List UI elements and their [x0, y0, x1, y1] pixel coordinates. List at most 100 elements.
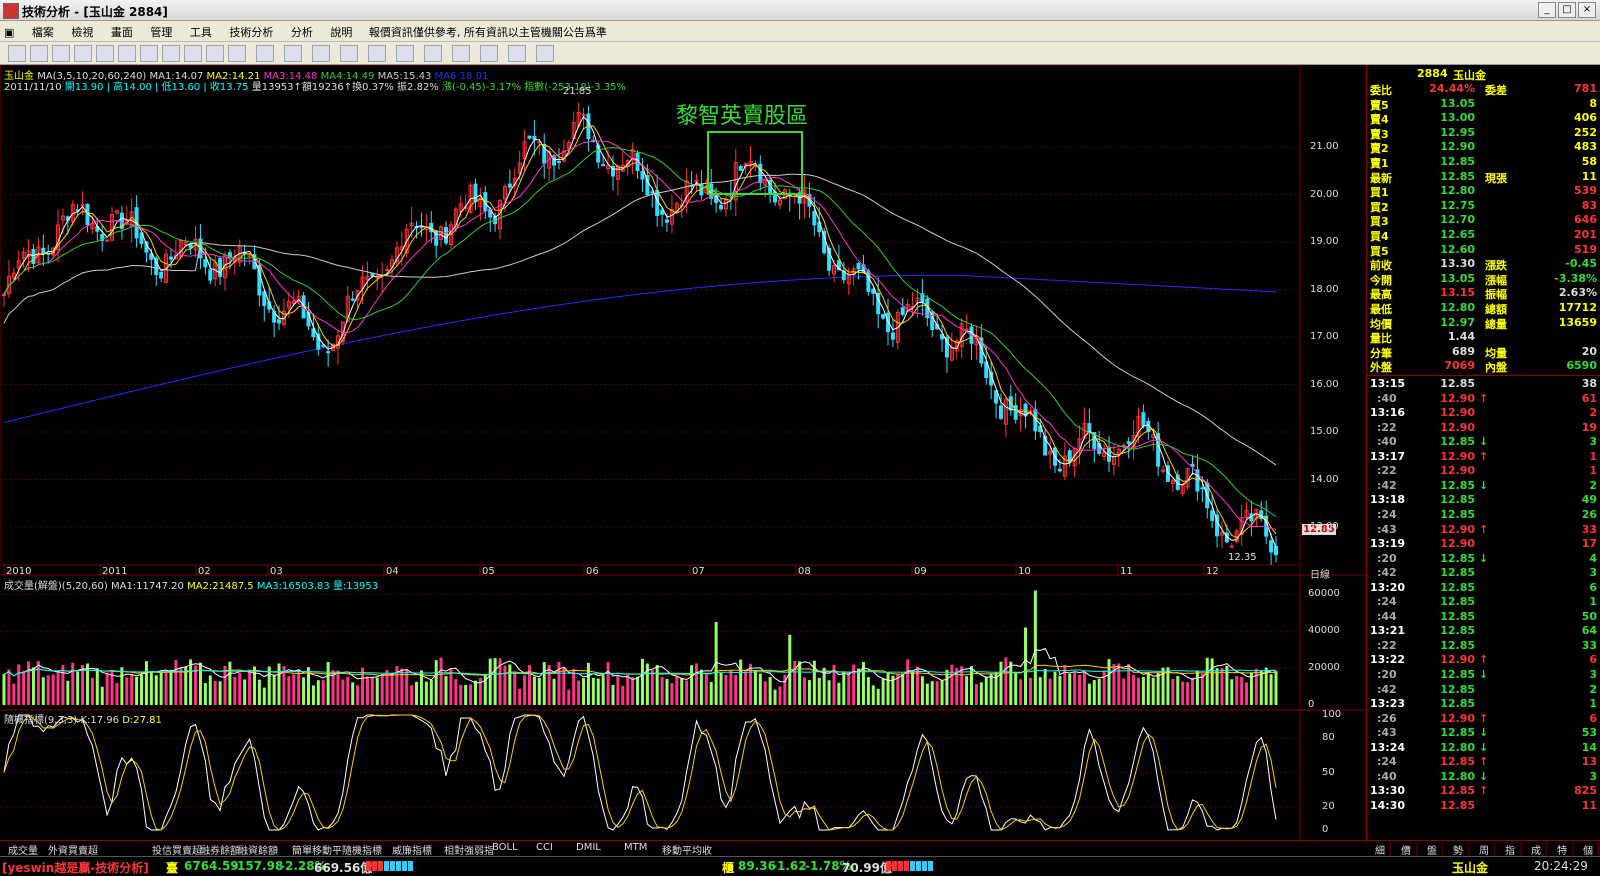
quote-tab[interactable]: 周 [1474, 842, 1495, 857]
trade-tick-row[interactable]: 13:22 12.90 ↑ 6 [1367, 653, 1600, 667]
text-tool-icon[interactable] [424, 45, 442, 62]
quote-tab[interactable]: 指 [1500, 842, 1521, 857]
quote-tab[interactable]: 勢 [1448, 842, 1469, 857]
trade-tick-row[interactable]: 13:23 12.85 1 [1367, 697, 1600, 711]
quote-tab[interactable]: 成 [1526, 842, 1547, 857]
menu-help[interactable]: 說明 [323, 21, 359, 40]
weight-tool-icon[interactable] [74, 45, 92, 62]
maximize-button[interactable]: □ [1558, 2, 1576, 18]
menu-technical-analysis[interactable]: 技術分析 [222, 21, 280, 40]
quote-sell-row[interactable]: 賣4 13.00 406 [1367, 111, 1600, 126]
menu-view[interactable]: 檢視 [64, 21, 100, 40]
indicator-tab[interactable]: 融券餘額 [200, 842, 240, 857]
indicator-tab[interactable]: CCI [536, 842, 553, 853]
channel-tool-icon[interactable] [312, 45, 330, 62]
plus-tool-icon[interactable] [52, 45, 70, 62]
trade-tick-row[interactable]: 13:30 12.85 ↑ 825 [1367, 784, 1600, 798]
trade-tick-row[interactable]: :24 12.85 1 [1367, 595, 1600, 609]
trade-tick-row[interactable]: 13:24 12.80 ↓ 14 [1367, 741, 1600, 755]
indicator-tab[interactable]: BOLL [492, 842, 518, 853]
window-tool-icon[interactable] [162, 45, 180, 62]
quote-sell-row[interactable]: 賣5 13.05 8 [1367, 97, 1600, 112]
indicator-tab[interactable]: 隨機指標 [342, 842, 382, 857]
bars-tool-icon[interactable] [256, 45, 274, 62]
trade-tick-row[interactable]: :40 12.80 ↓ 3 [1367, 770, 1600, 784]
quote-weibi-row[interactable]: 委比 24.44% 委差 781 [1367, 82, 1600, 97]
quote-buy-row[interactable]: 買5 12.60 519 [1367, 243, 1600, 258]
chart-area[interactable]: 玉山金 MA(3,5,10,20,60,240) MA1:14.07 MA2:1… [0, 65, 1366, 840]
trade-tick-row[interactable]: :26 12.90 ↑ 6 [1367, 712, 1600, 726]
save-tool-icon[interactable] [536, 45, 554, 62]
chart-green-tool-icon[interactable] [118, 45, 136, 62]
indicator-tab[interactable]: MTM [624, 842, 647, 853]
trade-tick-row[interactable]: :20 12.85 ↓ 3 [1367, 668, 1600, 682]
quote-sell-row[interactable]: 賣1 12.85 58 [1367, 155, 1600, 170]
trade-tick-row[interactable]: :42 12.85 3 [1367, 566, 1600, 580]
trade-tick-row[interactable]: :20 12.85 ↓ 4 [1367, 552, 1600, 566]
quote-stat-row[interactable]: 前收 13.30 漲跌 -0.45 [1367, 257, 1600, 272]
trade-tick-row[interactable]: :43 12.85 ↓ 53 [1367, 726, 1600, 740]
quote-tab[interactable]: 細 [1370, 842, 1391, 857]
trade-tick-row[interactable]: :22 12.90 1 [1367, 464, 1600, 478]
menu-app-icon[interactable]: ▣ [0, 23, 21, 39]
trade-tick-row[interactable]: :44 12.85 50 [1367, 610, 1600, 624]
menu-screen[interactable]: 畫面 [104, 21, 140, 40]
palette-tool-icon[interactable] [508, 45, 526, 62]
line-tool-icon[interactable] [206, 45, 224, 62]
trade-tick-row[interactable]: 13:17 12.90 ↑ 1 [1367, 450, 1600, 464]
triangle-tool-icon[interactable] [340, 45, 358, 62]
trade-tick-row[interactable]: :24 12.85 ↑ 13 [1367, 755, 1600, 769]
indicator-tab[interactable]: 融資餘額 [238, 842, 278, 857]
trade-tick-row[interactable]: :22 12.90 19 [1367, 421, 1600, 435]
trade-tick-row[interactable]: :24 12.85 26 [1367, 508, 1600, 522]
cross-tool-icon[interactable] [30, 45, 48, 62]
menu-analysis[interactable]: 分析 [284, 21, 320, 40]
layout-tool-icon[interactable] [8, 45, 26, 62]
trade-tick-row[interactable]: :42 12.85 ↓ 2 [1367, 479, 1600, 493]
indicator-tab[interactable]: 簡單移動平 [292, 842, 342, 857]
trade-tick-row[interactable]: 13:15 12.85 38 [1367, 377, 1600, 391]
quote-tab[interactable]: 特 [1552, 842, 1573, 857]
trade-tick-row[interactable]: :42 12.85 2 [1367, 683, 1600, 697]
quote-last-row[interactable]: 最新 12.85 現張 11 [1367, 170, 1600, 185]
trade-tick-row[interactable]: 13:19 12.90 17 [1367, 537, 1600, 551]
indicator-tab[interactable]: 成交量 [8, 842, 38, 857]
chart-red-tool-icon[interactable] [96, 45, 114, 62]
quote-stat-row[interactable]: 均價 12.97 總量 13659 [1367, 316, 1600, 331]
technical-chart[interactable] [0, 65, 1366, 840]
quote-sell-row[interactable]: 賣3 12.95 252 [1367, 126, 1600, 141]
ruler-tool-icon[interactable] [184, 45, 202, 62]
fan-tool-icon[interactable] [284, 45, 302, 62]
menu-tools[interactable]: 工具 [183, 21, 219, 40]
quote-buy-row[interactable]: 買4 12.65 201 [1367, 228, 1600, 243]
rect-tool-icon[interactable] [368, 45, 386, 62]
quote-ratio-row[interactable]: 量比 1.44 [1367, 330, 1600, 345]
trade-tick-row[interactable]: 13:21 12.85 64 [1367, 624, 1600, 638]
quote-outer-inner-row[interactable]: 外盤 7069 內盤 6590 [1367, 359, 1600, 374]
trade-tick-row[interactable]: :43 12.90 ↑ 33 [1367, 523, 1600, 537]
trade-tick-row[interactable]: 13:16 12.90 2 [1367, 406, 1600, 420]
close-button[interactable]: × [1578, 2, 1596, 18]
fibonacci-tool-icon[interactable] [228, 45, 246, 62]
indicator-tab[interactable]: 移動平均收 [662, 842, 712, 857]
chart-blue-tool-icon[interactable] [140, 45, 158, 62]
quote-buy-row[interactable]: 買1 12.80 539 [1367, 184, 1600, 199]
indicator-tab[interactable]: DMIL [576, 842, 601, 853]
trade-tick-row[interactable]: 13:18 12.85 49 [1367, 493, 1600, 507]
indicator-tab[interactable]: 投信買賣超 [152, 842, 202, 857]
quote-fen-row[interactable]: 分筆 689 均量 20 [1367, 345, 1600, 360]
trade-tick-row[interactable]: :40 12.90 ↑ 61 [1367, 392, 1600, 406]
trade-tick-row[interactable]: :22 12.85 33 [1367, 639, 1600, 653]
quote-stat-row[interactable]: 今開 13.05 漲幅 -3.38% [1367, 272, 1600, 287]
circle-tool-icon[interactable] [396, 45, 414, 62]
quote-buy-row[interactable]: 買3 12.70 646 [1367, 213, 1600, 228]
minimize-button[interactable]: _ [1538, 2, 1556, 18]
menu-file[interactable]: 檔案 [25, 21, 61, 40]
trade-tick-row[interactable]: 14:30 12.85 11 [1367, 799, 1600, 813]
quote-buy-row[interactable]: 買2 12.75 83 [1367, 199, 1600, 214]
quote-stat-row[interactable]: 最高 13.15 振幅 2.63% [1367, 286, 1600, 301]
indicator-tab[interactable]: 相對強弱指 [444, 842, 494, 857]
quote-tab[interactable]: 價 [1396, 842, 1417, 857]
quote-stat-row[interactable]: 最低 12.80 總額 17712 [1367, 301, 1600, 316]
menu-manage[interactable]: 管理 [143, 21, 179, 40]
